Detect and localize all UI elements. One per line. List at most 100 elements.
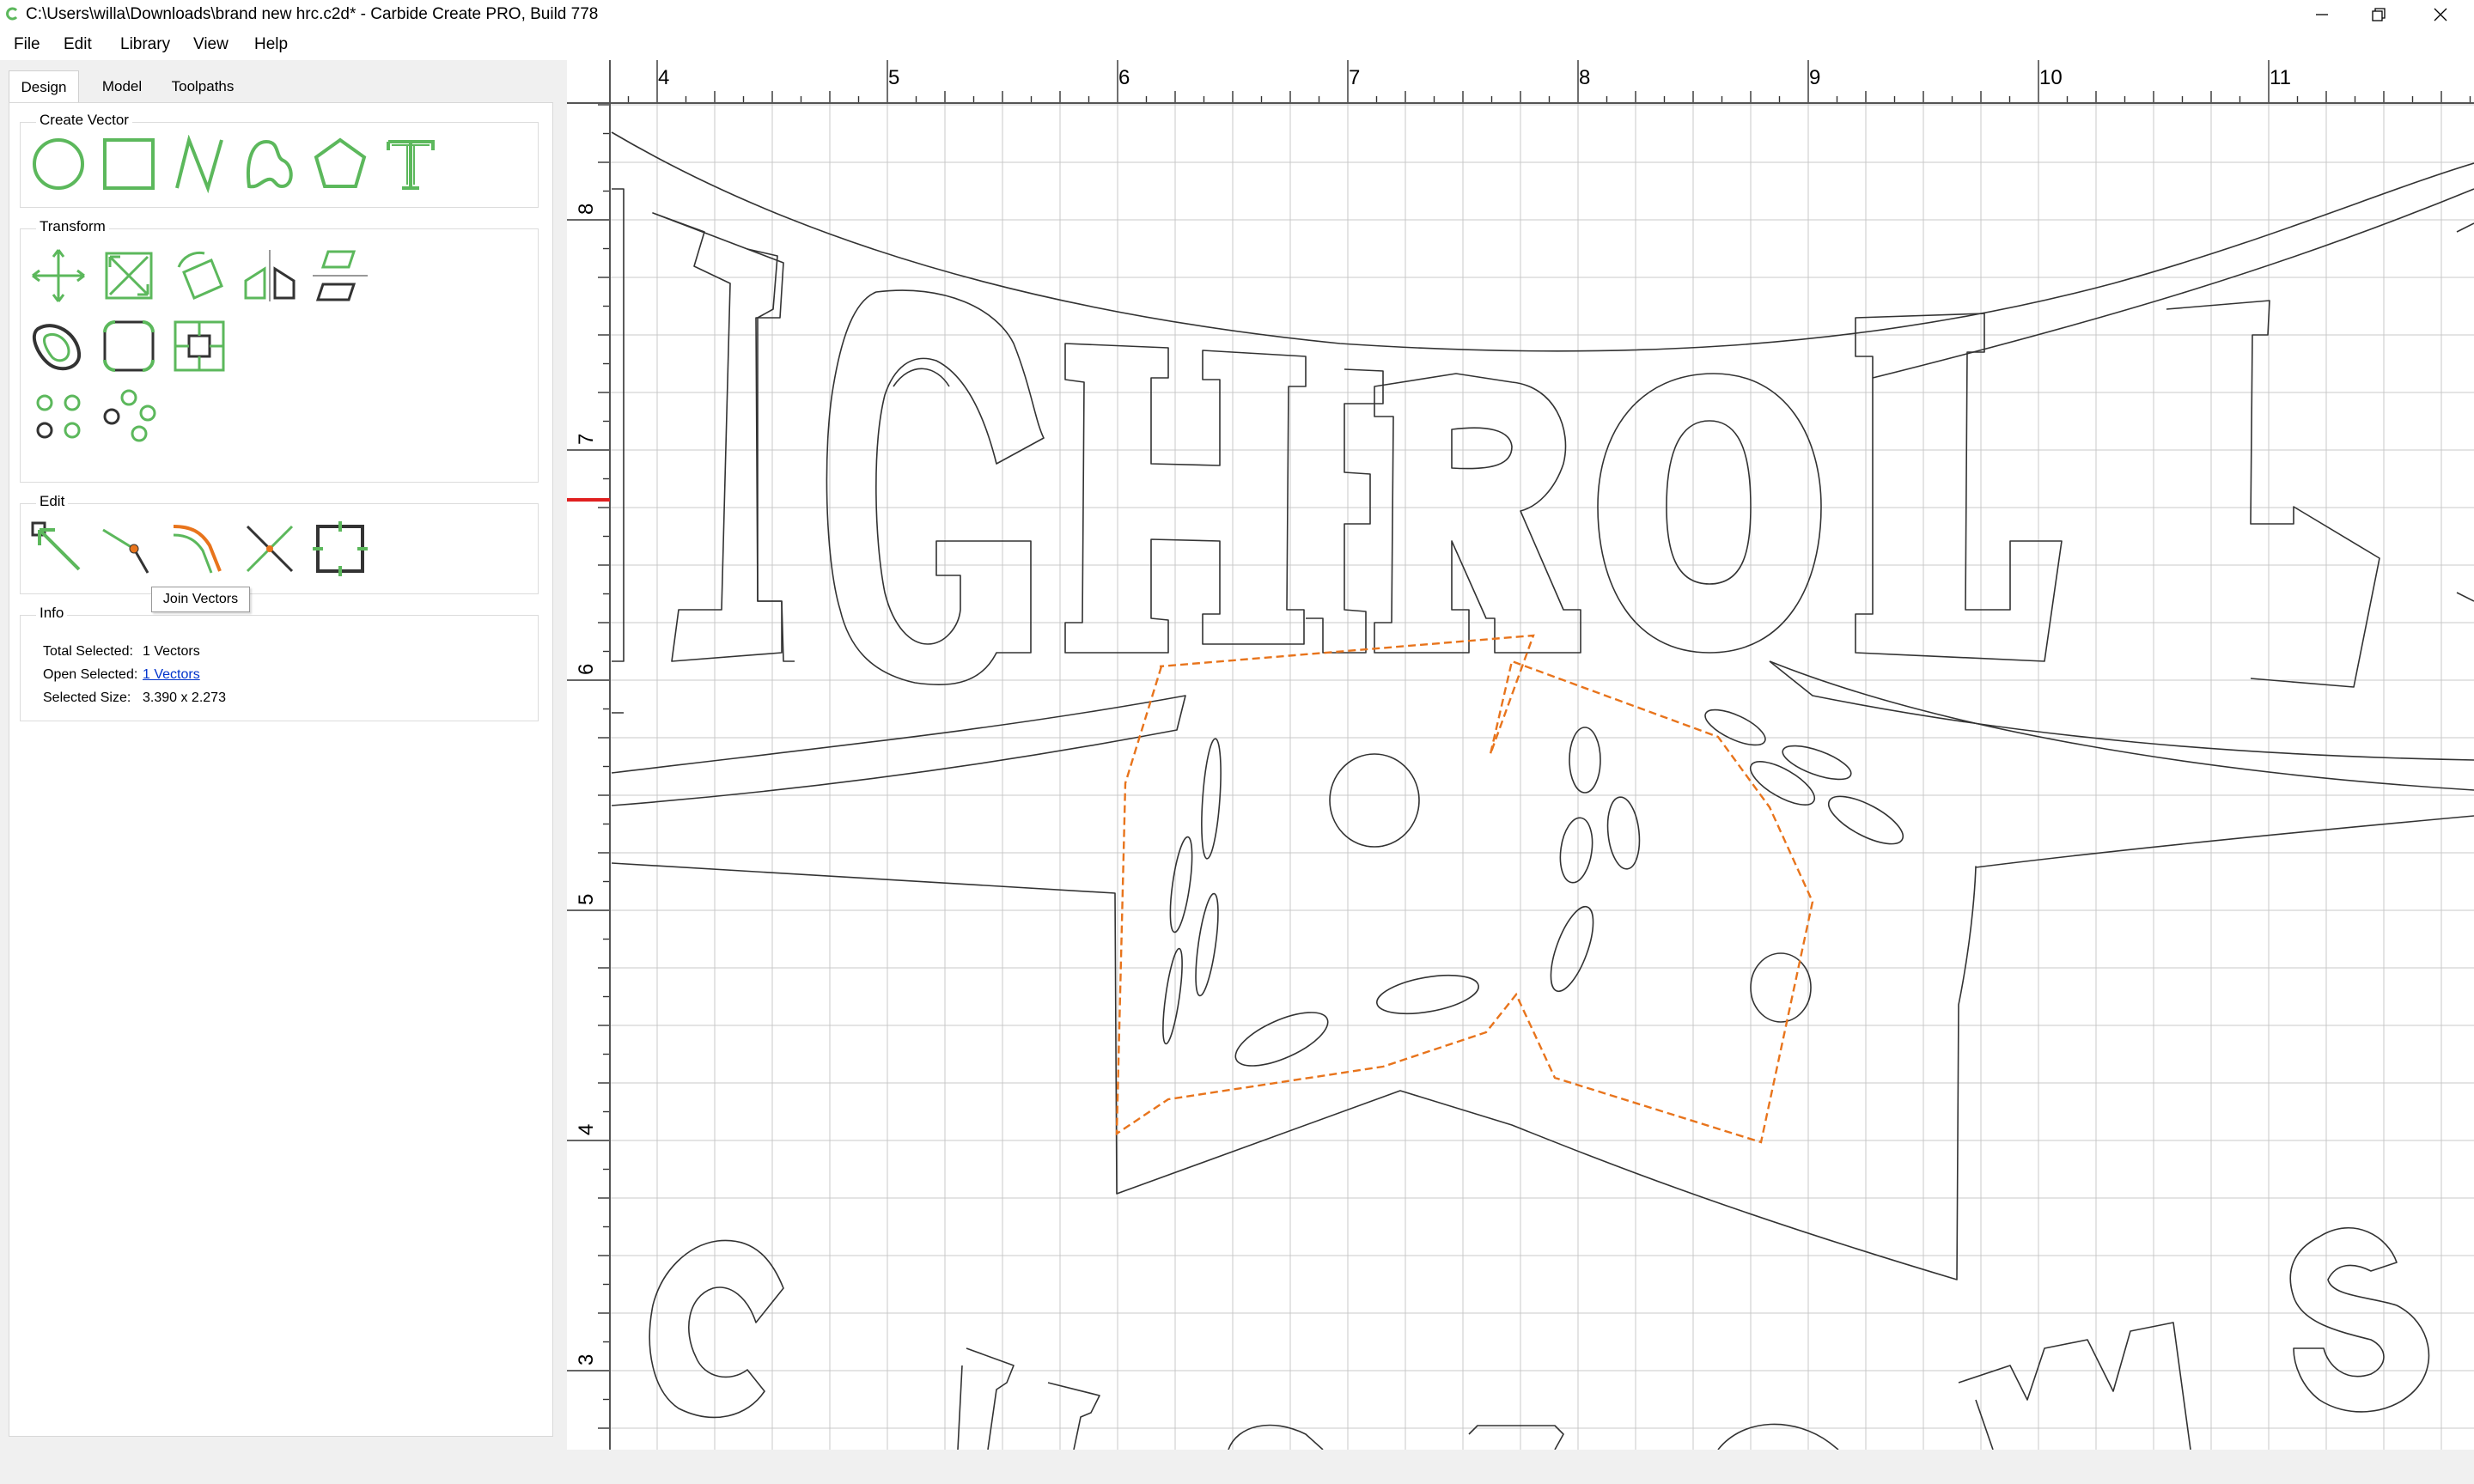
total-selected-label: Total Selected:: [43, 644, 133, 659]
mirror-tool-button[interactable]: [241, 246, 299, 305]
transform-group: Transform: [20, 217, 539, 483]
title-bar: C:\Users\willa\Downloads\brand new hrc.c…: [0, 0, 2474, 29]
join-vectors-tool-button[interactable]: [170, 520, 229, 578]
boolean-icon: [313, 521, 368, 576]
pip: [1569, 727, 1601, 794]
trim-tool-button[interactable]: [241, 520, 299, 578]
ruler-x-label: 5: [888, 66, 899, 89]
ruler-y-label: 4: [575, 1124, 598, 1135]
letter-o: [1597, 373, 1822, 654]
design-panel: Create Vector Transform Edit Info Total …: [9, 102, 553, 1437]
letter-s-partial: [1228, 1424, 1324, 1450]
menu-file[interactable]: File: [14, 33, 40, 56]
pip: [1749, 761, 1816, 806]
rectangle-icon: [103, 138, 155, 190]
offset-tool-button[interactable]: [29, 317, 88, 375]
scale-icon: [105, 252, 153, 300]
restore-button[interactable]: [2350, 0, 2407, 29]
letter-l-3: [2456, 222, 2474, 602]
move-tool-button[interactable]: [29, 246, 88, 305]
ruler-y-label: 7: [575, 434, 598, 445]
letter-o-inner: [1666, 420, 1752, 585]
ruler-y-label: 3: [575, 1354, 598, 1365]
menu-edit[interactable]: Edit: [64, 33, 92, 56]
minimize-icon: [2316, 14, 2328, 15]
join-icon: [102, 528, 149, 574]
menu-view[interactable]: View: [193, 33, 229, 56]
node-edit-tool-button[interactable]: [29, 520, 88, 578]
menu-help[interactable]: Help: [254, 33, 288, 56]
pip: [1750, 952, 1812, 1023]
info-open-selected: Open Selected: 1 Vectors: [43, 666, 200, 684]
open-selected-link[interactable]: 1 Vectors: [143, 666, 200, 684]
curve-tool-button[interactable]: [241, 135, 299, 193]
tab-design[interactable]: Design: [9, 70, 79, 104]
linear-array-tool-button[interactable]: [29, 387, 88, 446]
canvas-drawing[interactable]: 4 5 6 7 8 9 10 11 8 7 6 5 4 3: [567, 60, 2474, 1450]
curve-icon: [247, 139, 293, 189]
selected-size-value: 3.390 x 2.273: [143, 690, 226, 705]
letter-h-partial: [612, 188, 625, 714]
align-tool-button[interactable]: [311, 246, 369, 305]
align-icon: [313, 250, 368, 301]
ruler-x-label: 8: [1579, 66, 1590, 89]
rotate-icon: [177, 251, 223, 300]
letter-l-2: [2166, 300, 2380, 688]
node-edit-icon: [31, 521, 81, 571]
letter-i-2: [746, 248, 795, 662]
total-selected-value: 1 Vectors: [143, 644, 200, 659]
letter-g-inner: [893, 368, 950, 387]
info-total-selected: Total Selected: 1 Vectors: [43, 643, 200, 660]
polyline-tool-button[interactable]: [170, 134, 229, 194]
banner-left-lower: [611, 815, 2474, 1280]
die-left-face: [1117, 653, 1409, 1082]
banner-left-upper: [611, 695, 1186, 806]
close-button[interactable]: [2412, 0, 2469, 29]
move-icon: [32, 249, 85, 302]
banner-right-lower: [1769, 660, 2474, 761]
polygon-tool-button[interactable]: [311, 135, 369, 193]
pip: [1376, 974, 1479, 1015]
fillet-icon: [103, 320, 155, 372]
rotate-tool-button[interactable]: [170, 246, 229, 305]
circular-array-icon: [103, 389, 156, 442]
rectangle-tool-button[interactable]: [100, 135, 158, 193]
design-canvas[interactable]: 4 5 6 7 8 9 10 11 8 7 6 5 4 3: [567, 60, 2474, 1450]
text-icon: [387, 140, 435, 190]
scale-tool-button[interactable]: [100, 246, 158, 305]
circle-tool-button[interactable]: [29, 135, 88, 193]
group-title-transform: Transform: [36, 217, 109, 236]
text-tool-button[interactable]: [381, 135, 440, 193]
info-selected-size: Selected Size: 3.390 x 2.273: [43, 690, 226, 707]
edit-group: Edit: [20, 492, 539, 594]
fillet-tool-button[interactable]: [100, 317, 158, 375]
ruler-left: [567, 60, 610, 1450]
join-tool-button[interactable]: [100, 520, 158, 578]
status-strip: [0, 1450, 2474, 1484]
ruler-x-label: 10: [2039, 66, 2063, 89]
ruler-x-label: 9: [1809, 66, 1820, 89]
letter-f-partial: [1306, 368, 1384, 654]
ruler-y-label: 5: [575, 894, 598, 905]
close-icon: [2434, 8, 2447, 21]
minimize-button[interactable]: [2294, 0, 2350, 29]
pip: [1201, 738, 1222, 860]
letter-g: [826, 289, 1045, 686]
tab-model[interactable]: Model: [88, 70, 156, 103]
letter-h: [1064, 343, 1307, 654]
inset-tool-button[interactable]: [170, 317, 229, 375]
banner-top-arc: [611, 131, 2474, 352]
carbide-create-icon: [6, 7, 18, 21]
boolean-tool-button[interactable]: [311, 520, 369, 578]
group-title-create-vector: Create Vector: [36, 111, 132, 130]
group-title-edit: Edit: [36, 492, 69, 511]
ruler-x-label: 11: [2270, 66, 2291, 89]
letter-l: [1855, 313, 2063, 662]
ruler-x-label: 6: [1118, 66, 1130, 89]
sign-artwork: [611, 131, 2474, 1450]
join-vectors-icon: [173, 525, 222, 574]
circular-array-tool-button[interactable]: [100, 387, 158, 446]
tab-toolpaths[interactable]: Toolpaths: [160, 70, 246, 103]
menu-library[interactable]: Library: [120, 33, 170, 56]
window-title: C:\Users\willa\Downloads\brand new hrc.c…: [26, 5, 599, 23]
